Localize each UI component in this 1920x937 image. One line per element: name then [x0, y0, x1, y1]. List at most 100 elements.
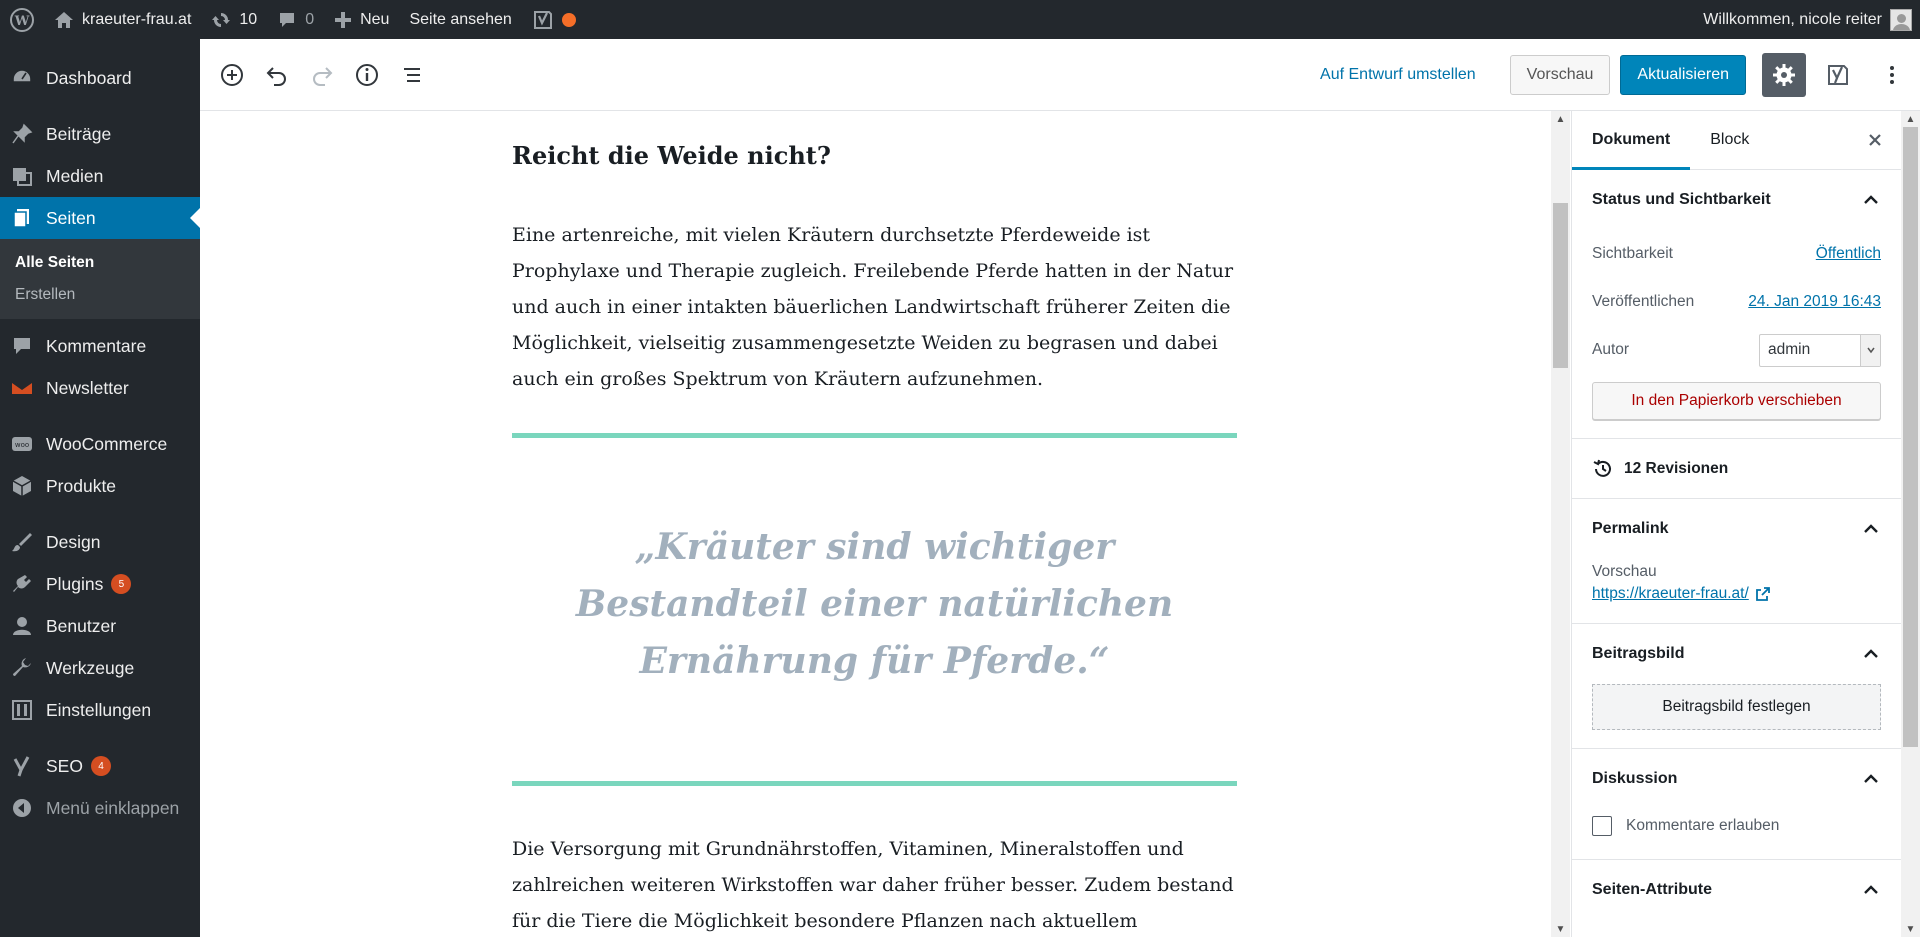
submenu-all-pages[interactable]: Alle Seiten [0, 247, 200, 279]
move-to-trash-button[interactable]: In den Papierkorb verschieben [1592, 382, 1881, 420]
close-sidebar-button[interactable] [1859, 124, 1891, 156]
section-title: Permalink [1592, 520, 1669, 537]
view-page-link[interactable]: Seite ansehen [399, 0, 521, 39]
add-block-button[interactable] [210, 53, 254, 97]
menu-label: Einstellungen [46, 699, 152, 720]
page-attributes-toggle[interactable]: Seiten-Attribute [1592, 860, 1881, 920]
menu-woocommerce[interactable]: woo WooCommerce [0, 423, 200, 465]
tab-block[interactable]: Block [1690, 111, 1769, 169]
account-menu[interactable]: Willkommen, nicole reiter [1693, 0, 1920, 39]
update-button[interactable]: Aktualisieren [1620, 54, 1746, 95]
plus-circle-icon [221, 63, 243, 86]
status-visibility-section: Status und Sichtbarkeit Sichtbarkeit Öff… [1572, 170, 1901, 439]
redo-button[interactable] [300, 53, 344, 97]
panel-scroll-thumb[interactable] [1903, 127, 1918, 747]
panel-scrollbar[interactable]: ▲ ▼ [1901, 111, 1920, 937]
seo-badge: 4 [90, 756, 111, 776]
yoast-icon [533, 10, 552, 29]
editor-scroll-thumb[interactable] [1553, 203, 1568, 368]
block-paragraph-2[interactable]: Die Versorgung mit Grundnährstoffen, Vit… [512, 831, 1237, 937]
publish-label: Veröffentlichen [1592, 293, 1695, 310]
block-navigation-button[interactable] [390, 53, 434, 97]
settings-toggle-button[interactable] [1762, 52, 1806, 97]
admin-bar: W kraeuter-frau.at 10 0 Neu Seite ansehe… [0, 0, 1920, 39]
menu-seo[interactable]: SEO 4 [0, 745, 200, 787]
menu-newsletter[interactable]: Newsletter [0, 367, 200, 409]
home-icon [55, 11, 73, 28]
discussion-section: Diskussion Kommentare erlauben [1572, 749, 1901, 860]
new-content-link[interactable]: Neu [324, 0, 399, 39]
new-label: Neu [360, 10, 390, 28]
author-select[interactable]: admin [1759, 333, 1881, 367]
tab-document[interactable]: Dokument [1572, 111, 1691, 170]
collapse-menu-button[interactable]: Menü einklappen [0, 787, 200, 829]
discussion-toggle[interactable]: Diskussion [1592, 749, 1881, 809]
menu-pages[interactable]: Seiten [0, 197, 200, 239]
switch-to-draft-button[interactable]: Auf Entwurf umstellen [1308, 66, 1488, 84]
plus-icon [335, 11, 352, 28]
block-pullquote[interactable]: „Kräuter sind wichtiger Bestandteil eine… [512, 519, 1237, 690]
menu-media[interactable]: Medien [0, 155, 200, 197]
editor-scrollbar[interactable]: ▲ ▼ [1551, 111, 1570, 937]
menu-label: Seiten [46, 207, 96, 228]
menu-label: Kommentare [46, 335, 147, 356]
more-vertical-icon [1890, 65, 1894, 84]
menu-users[interactable]: Benutzer [0, 605, 200, 647]
pages-icon [10, 206, 34, 230]
menu-design[interactable]: Design [0, 521, 200, 563]
yoast-seo-menu[interactable] [522, 0, 586, 39]
info-button[interactable] [345, 53, 389, 97]
preview-button[interactable]: Vorschau [1509, 54, 1611, 95]
menu-label: Newsletter [46, 377, 129, 398]
history-icon [1593, 459, 1611, 477]
block-paragraph-1[interactable]: Eine artenreiche, mit vielen Kräutern du… [512, 217, 1237, 397]
scroll-up-arrow[interactable]: ▲ [1551, 111, 1570, 127]
status-visibility-toggle[interactable]: Status und Sichtbarkeit [1592, 170, 1881, 230]
list-icon [404, 67, 420, 82]
updates-icon [212, 12, 231, 27]
publish-date-toggle[interactable]: 24. Jan 2019 16:43 [1748, 293, 1881, 311]
undo-button[interactable] [255, 53, 299, 97]
site-name: kraeuter-frau.at [82, 10, 192, 28]
scroll-up-arrow[interactable]: ▲ [1901, 111, 1920, 127]
mail-icon [10, 376, 34, 400]
menu-settings[interactable]: Einstellungen [0, 689, 200, 731]
close-icon [1869, 134, 1881, 146]
wordpress-logo-button[interactable]: W [0, 0, 44, 39]
updates-link[interactable]: 10 [201, 0, 267, 39]
site-name-link[interactable]: kraeuter-frau.at [44, 0, 201, 39]
visibility-toggle[interactable]: Öffentlich [1816, 245, 1881, 263]
scroll-down-arrow[interactable]: ▼ [1551, 921, 1570, 937]
svg-text:woo: woo [15, 441, 29, 449]
avatar [1890, 8, 1912, 31]
undo-icon [266, 66, 286, 86]
scroll-down-arrow[interactable]: ▼ [1901, 921, 1920, 937]
yoast-sidebar-button[interactable] [1816, 53, 1860, 97]
featured-image-toggle[interactable]: Beitragsbild [1592, 624, 1881, 684]
menu-comments[interactable]: Kommentare [0, 325, 200, 367]
set-featured-image-button[interactable]: Beitragsbild festlegen [1592, 684, 1881, 730]
dashboard-icon [10, 66, 34, 90]
comments-link[interactable]: 0 [267, 0, 324, 39]
menu-plugins[interactable]: Plugins 5 [0, 563, 200, 605]
allow-comments-checkbox[interactable] [1592, 816, 1612, 836]
permalink-url-link[interactable]: https://kraeuter-frau.at/ [1592, 585, 1881, 603]
menu-posts[interactable]: Beiträge [0, 113, 200, 155]
block-heading[interactable]: Reicht die Weide nicht? [512, 141, 1237, 170]
redo-icon [313, 66, 333, 86]
wordpress-icon: W [10, 7, 34, 32]
submenu-create[interactable]: Erstellen [0, 279, 200, 311]
info-icon [356, 63, 378, 86]
menu-label: Beiträge [46, 123, 112, 144]
box-icon [10, 474, 34, 498]
author-label: Autor [1592, 341, 1630, 358]
chevron-down-icon [1860, 334, 1880, 366]
menu-dashboard[interactable]: Dashboard [0, 57, 200, 99]
menu-tools[interactable]: Werkzeuge [0, 647, 200, 689]
revisions-link[interactable]: 12 Revisionen [1572, 439, 1901, 499]
more-menu-button[interactable] [1870, 53, 1914, 97]
external-link-icon [1755, 587, 1770, 601]
comments-count: 0 [305, 10, 315, 28]
permalink-toggle[interactable]: Permalink [1592, 499, 1881, 559]
menu-products[interactable]: Produkte [0, 465, 200, 507]
